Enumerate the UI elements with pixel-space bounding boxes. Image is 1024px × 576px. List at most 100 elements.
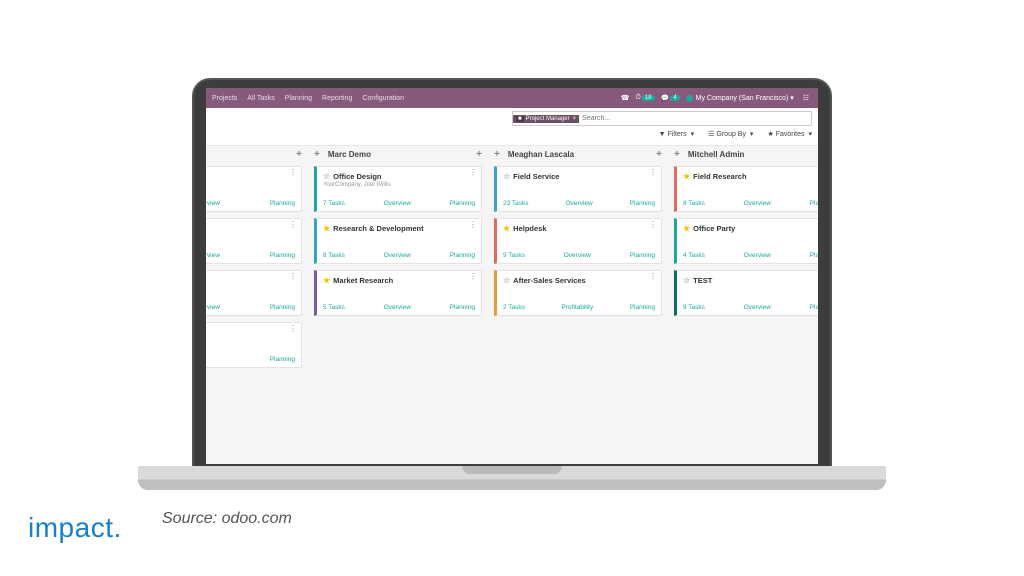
project-card[interactable]: ⋮ Planning <box>206 322 302 368</box>
project-card[interactable]: ⋮★Helpdesk 9 Tasks Overview Planning <box>494 218 662 264</box>
card-link[interactable]: Planning <box>630 252 655 259</box>
kebab-icon[interactable]: ⋮ <box>649 223 657 227</box>
star-icon[interactable]: ★ <box>503 224 510 233</box>
card-title: ★Field Research <box>683 172 818 181</box>
card-title: ★Helpdesk <box>503 224 655 233</box>
nav-configuration[interactable]: Configuration <box>362 95 404 102</box>
card-link[interactable]: Planning <box>810 252 818 259</box>
task-count[interactable]: 23 Tasks <box>503 200 529 207</box>
phone-icon[interactable]: ☎ <box>621 94 630 102</box>
kebab-icon[interactable]: ⋮ <box>289 223 297 227</box>
star-icon[interactable]: ★ <box>683 172 690 181</box>
card-link[interactable]: Planning <box>270 200 295 207</box>
task-count[interactable]: 4 Tasks <box>683 252 705 259</box>
project-card[interactable]: ⋮☆TEST9 TasksOverviewPlanning <box>674 270 818 316</box>
card-link[interactable]: Overview <box>744 304 771 311</box>
kebab-icon[interactable]: ⋮ <box>649 275 657 279</box>
project-card[interactable]: ⋮★Market Research5 TasksOverviewPlanning <box>314 270 482 316</box>
project-card[interactable]: ⋮☆Field Service 23 Tasks Overview Planning <box>494 166 662 212</box>
tag-close-icon[interactable]: × <box>573 116 577 122</box>
nav-projects[interactable]: Projects <box>212 95 237 102</box>
task-count[interactable]: 9 Tasks <box>683 304 705 311</box>
group-by-button[interactable]: ☰ Group By ▾ <box>708 130 753 138</box>
card-link[interactable]: Planning <box>450 304 475 311</box>
star-icon[interactable]: ☆ <box>323 172 330 181</box>
card-footer: Overview Planning <box>206 304 295 311</box>
project-card[interactable]: ⋮★Research & Development8 TasksOverviewP… <box>314 218 482 264</box>
search-input[interactable] <box>579 115 811 122</box>
card-link[interactable]: Planning <box>450 200 475 207</box>
add-card-right-icon[interactable]: + <box>476 149 482 160</box>
timer-icon[interactable]: ⏱18 <box>635 94 654 102</box>
task-count[interactable]: 2 Tasks <box>503 304 525 311</box>
project-card[interactable]: ⋮ Overview Planning <box>206 166 302 212</box>
card-link[interactable]: Planning <box>810 304 818 311</box>
add-card-icon[interactable]: + <box>314 149 320 160</box>
task-count[interactable]: 7 Tasks <box>323 200 345 207</box>
card-link[interactable]: Planning <box>270 356 295 363</box>
task-count[interactable]: 8 Tasks <box>683 200 705 207</box>
kebab-icon[interactable]: ⋮ <box>289 327 297 331</box>
nav-reporting[interactable]: Reporting <box>322 95 352 102</box>
card-subtitle: YourCompany, Joel Willis <box>323 182 475 188</box>
nav-planning[interactable]: Planning <box>285 95 312 102</box>
card-link[interactable]: Overview <box>384 200 411 207</box>
card-footer: Overview Planning <box>206 252 295 259</box>
add-card-right-icon[interactable]: + <box>656 149 662 160</box>
nav-all-tasks[interactable]: All Tasks <box>247 95 275 102</box>
search-box[interactable]: ■ Project Manager × <box>512 111 812 126</box>
card-link[interactable]: Overview <box>206 200 220 207</box>
search-tag[interactable]: ■ Project Manager × <box>513 115 579 123</box>
card-link[interactable]: Planning <box>630 200 655 207</box>
project-card[interactable]: ⋮ Overview Planning <box>206 218 302 264</box>
search-tag-label: Project Manager <box>526 116 570 122</box>
add-card-icon[interactable]: + <box>494 149 500 160</box>
card-footer: 8 Tasks Overview Planning <box>323 252 475 259</box>
star-icon[interactable]: ★ <box>323 224 330 233</box>
star-icon[interactable]: ☆ <box>503 276 510 285</box>
kebab-icon[interactable]: ⋮ <box>649 171 657 175</box>
card-link[interactable]: Overview <box>206 252 220 259</box>
kanban-board: + + ⋮ Overview Planning ⋮ Overview Planning ⋮ Ove… <box>206 146 818 374</box>
project-card[interactable]: ⋮★Office Party4 TasksOverviewPlanning <box>674 218 818 264</box>
card-link[interactable]: Planning <box>450 252 475 259</box>
star-icon[interactable]: ★ <box>323 276 330 285</box>
card-link[interactable]: Overview <box>744 200 771 207</box>
company-switcher[interactable]: My Company (San Francisco) ▾ <box>686 94 794 102</box>
add-card-right-icon[interactable]: + <box>296 149 302 160</box>
task-count[interactable]: 8 Tasks <box>323 252 345 259</box>
card-footer: 7 Tasks Overview Planning <box>323 200 475 207</box>
project-card[interactable]: ⋮☆After-Sales Services2 TasksProfitabili… <box>494 270 662 316</box>
chat-icon[interactable]: 💬4 <box>661 94 680 102</box>
search-bar-area: ■ Project Manager × ▼ Filters ▾ ☰ Group … <box>206 108 818 146</box>
project-card[interactable]: ⋮☆Office DesignYourCompany, Joel Willis7… <box>314 166 482 212</box>
card-link[interactable]: Planning <box>270 252 295 259</box>
card-link[interactable]: Overview <box>206 304 220 311</box>
card-link[interactable]: Overview <box>744 252 771 259</box>
star-icon[interactable]: ☆ <box>503 172 510 181</box>
card-link[interactable]: Overview <box>384 252 411 259</box>
grid-icon[interactable]: ☷ <box>803 94 809 102</box>
card-title: ☆Field Service <box>503 172 655 181</box>
card-link[interactable]: Overview <box>384 304 411 311</box>
card-link[interactable]: Overview <box>566 200 593 207</box>
card-link[interactable]: Overview <box>564 252 591 259</box>
star-icon[interactable]: ☆ <box>683 276 690 285</box>
card-link[interactable]: Planning <box>810 200 818 207</box>
task-count[interactable]: 5 Tasks <box>323 304 345 311</box>
card-link[interactable]: Planning <box>270 304 295 311</box>
task-count[interactable]: 9 Tasks <box>503 252 525 259</box>
kebab-icon[interactable]: ⋮ <box>469 171 477 175</box>
project-card[interactable]: ⋮★Field Research8 TasksOverviewPlanning <box>674 166 818 212</box>
kebab-icon[interactable]: ⋮ <box>469 275 477 279</box>
kebab-icon[interactable]: ⋮ <box>289 275 297 279</box>
add-card-icon[interactable]: + <box>674 149 680 160</box>
kebab-icon[interactable]: ⋮ <box>469 223 477 227</box>
card-link[interactable]: Profitability <box>561 304 593 311</box>
kebab-icon[interactable]: ⋮ <box>289 171 297 175</box>
favorites-button[interactable]: ★ Favorites ▾ <box>767 130 812 138</box>
star-icon[interactable]: ★ <box>683 224 690 233</box>
filters-button[interactable]: ▼ Filters ▾ <box>659 130 694 138</box>
card-link[interactable]: Planning <box>630 304 655 311</box>
project-card[interactable]: ⋮ Overview Planning <box>206 270 302 316</box>
